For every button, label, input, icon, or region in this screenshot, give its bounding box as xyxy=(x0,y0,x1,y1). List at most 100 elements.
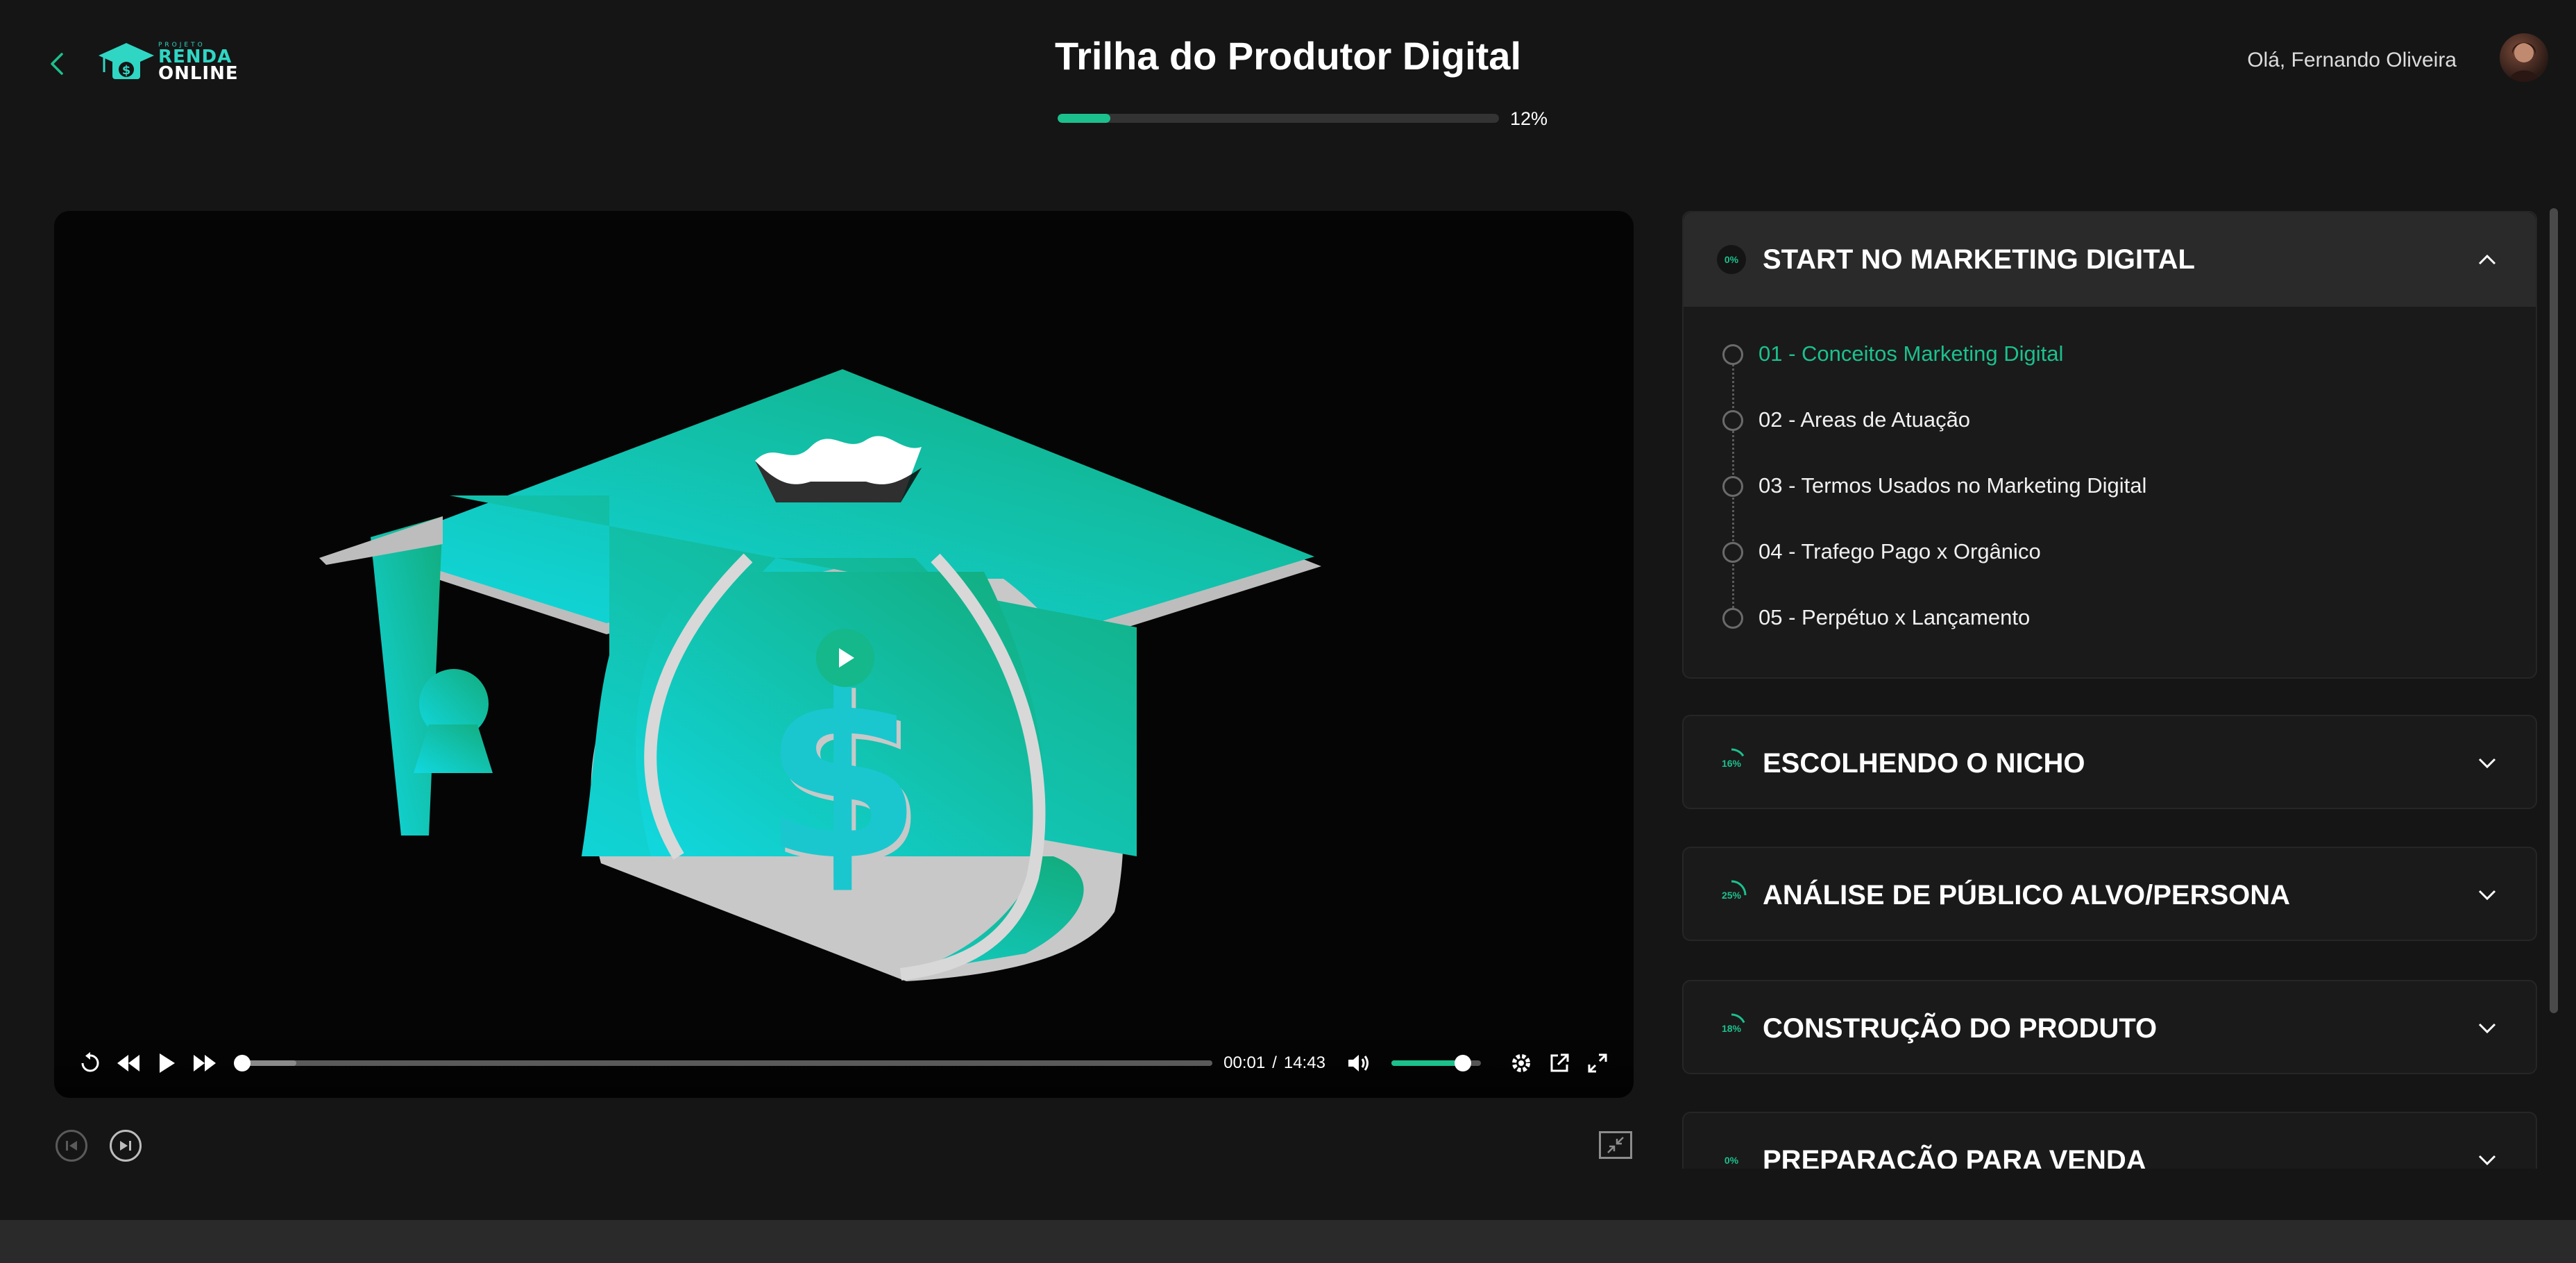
logo-line2: ONLINE xyxy=(158,63,239,84)
user-greeting: Olá, Fernando Oliveira xyxy=(2247,49,2457,71)
logo-wordmark: PROJETO RENDA ONLINE xyxy=(158,42,255,84)
lesson-item[interactable]: 02 - Areas de Atuação xyxy=(1684,400,2536,466)
skip-previous-icon xyxy=(66,1141,77,1151)
module-header[interactable]: 16% ESCOLHENDO O NICHO xyxy=(1684,716,2536,811)
lesson-status-circle xyxy=(1722,410,1743,431)
play-icon xyxy=(839,648,854,668)
module-escolhendo-nicho[interactable]: 16% ESCOLHENDO O NICHO xyxy=(1682,715,2537,809)
lesson-status-circle xyxy=(1722,476,1743,497)
expand-button[interactable] xyxy=(2473,1146,2501,1169)
volume-slider[interactable] xyxy=(1391,1055,1482,1071)
module-progress-ring: 0% xyxy=(1714,1143,1749,1169)
settings-icon xyxy=(1511,1054,1530,1072)
lesson-item[interactable]: 03 - Termos Usados no Marketing Digital xyxy=(1684,466,2536,532)
module-progress-label: 16% xyxy=(1721,758,1742,769)
play-icon xyxy=(160,1053,176,1073)
lesson-status-circle xyxy=(1722,608,1743,629)
module-progress-label: 18% xyxy=(1721,1023,1742,1034)
logo[interactable]: $ PROJETO RENDA ONLINE xyxy=(97,37,257,86)
module-progress-label: 25% xyxy=(1721,890,1742,901)
fast-forward-icon xyxy=(194,1055,217,1071)
module-progress-ring: 18% xyxy=(1714,1011,1749,1046)
module-header[interactable]: 0% START NO MARKETING DIGITAL xyxy=(1684,212,2536,307)
module-title: CONSTRUÇÃO DO PRODUTO xyxy=(1763,1012,2158,1044)
minimize-icon xyxy=(1607,1137,1624,1153)
lesson-item[interactable]: 01 - Conceitos Marketing Digital xyxy=(1684,334,2536,400)
rewind-icon xyxy=(117,1055,139,1071)
module-header[interactable]: 18% CONSTRUÇÃO DO PRODUTO xyxy=(1684,981,2536,1076)
fullscreen-button[interactable] xyxy=(1579,1042,1617,1084)
replay-icon xyxy=(81,1052,99,1072)
lesson-item[interactable]: 05 - Perpétuo x Lançamento xyxy=(1684,598,2536,664)
lesson-label: 03 - Termos Usados no Marketing Digital xyxy=(1759,473,2147,498)
popout-button[interactable] xyxy=(1540,1042,1578,1084)
lesson-item[interactable]: 04 - Trafego Pago x Orgânico xyxy=(1684,532,2536,598)
seek-handle[interactable] xyxy=(234,1055,251,1071)
lesson-status-circle xyxy=(1722,542,1743,563)
volume-level xyxy=(1391,1060,1464,1066)
fullscreen-icon xyxy=(1588,1053,1607,1073)
current-time: 00:01 xyxy=(1223,1053,1266,1072)
footer-bar xyxy=(0,1220,2576,1263)
expand-button[interactable] xyxy=(2473,749,2501,777)
rewind-button[interactable] xyxy=(109,1042,147,1084)
video-thumbnail-graduation-money-bag: $ $ xyxy=(319,369,1321,981)
course-player-page: $ PROJETO RENDA ONLINE Trilha do Produto… xyxy=(0,0,2576,1263)
center-play-button[interactable] xyxy=(816,629,874,687)
module-header[interactable]: 0% PREPARAÇÃO PARA VENDA xyxy=(1684,1113,2536,1169)
sidebar-scrollbar[interactable] xyxy=(2550,208,2558,1013)
lesson-label: 05 - Perpétuo x Lançamento xyxy=(1759,605,2031,629)
volume-button[interactable] xyxy=(1339,1042,1378,1084)
play-button[interactable] xyxy=(148,1042,186,1084)
lesson-label: 04 - Trafego Pago x Orgânico xyxy=(1759,539,2041,563)
module-start-marketing-digital: 0% START NO MARKETING DIGITAL 01 - Conce… xyxy=(1682,211,2537,679)
avatar-image xyxy=(2509,42,2539,82)
module-progress-ring: 25% xyxy=(1714,878,1749,913)
module-progress-label: 0% xyxy=(1724,254,1739,265)
back-button[interactable] xyxy=(43,47,71,80)
player-controls: 00:01 / 14:43 xyxy=(54,1028,1634,1098)
course-progress-label: 12% xyxy=(1510,108,1548,129)
module-analise-publico[interactable]: 25% ANÁLISE DE PÚBLICO ALVO/PERSONA xyxy=(1682,847,2537,941)
avatar[interactable] xyxy=(2500,33,2548,82)
time-separator: / xyxy=(1272,1053,1277,1072)
volume-handle[interactable] xyxy=(1455,1055,1472,1071)
previous-lesson-button[interactable] xyxy=(56,1130,87,1162)
module-progress-ring: 0% xyxy=(1714,242,1749,277)
module-title: PREPARAÇÃO PARA VENDA xyxy=(1763,1144,2146,1169)
course-progress-fill xyxy=(1058,114,1111,123)
expand-button[interactable] xyxy=(2473,1015,2501,1042)
svg-text:$: $ xyxy=(122,63,131,78)
lesson-list: 01 - Conceitos Marketing Digital 02 - Ar… xyxy=(1684,307,2536,685)
chevron-down-icon xyxy=(2478,1023,2496,1034)
graduation-money-icon: $ xyxy=(99,43,154,79)
settings-button[interactable] xyxy=(1502,1042,1540,1084)
module-title: START NO MARKETING DIGITAL xyxy=(1763,244,2195,275)
seek-bar[interactable] xyxy=(234,1055,1213,1071)
volume-icon xyxy=(1348,1055,1368,1071)
chevron-down-icon xyxy=(2478,758,2496,769)
page-title: Trilha do Produtor Digital xyxy=(1055,34,1521,78)
module-header[interactable]: 25% ANÁLISE DE PÚBLICO ALVO/PERSONA xyxy=(1684,848,2536,942)
module-title: ESCOLHENDO O NICHO xyxy=(1763,747,2085,779)
skip-next-icon xyxy=(120,1141,131,1151)
lesson-label: 01 - Conceitos Marketing Digital xyxy=(1759,341,2064,366)
course-progress-bar xyxy=(1058,114,1499,123)
chevron-left-icon xyxy=(51,53,63,75)
module-construcao-produto[interactable]: 18% CONSTRUÇÃO DO PRODUTO xyxy=(1682,980,2537,1074)
chevron-up-icon xyxy=(2478,254,2496,265)
replay-button[interactable] xyxy=(71,1042,109,1084)
fast-forward-button[interactable] xyxy=(186,1042,224,1084)
minimize-player-button[interactable] xyxy=(1599,1131,1632,1159)
expand-button[interactable] xyxy=(2473,881,2501,909)
chevron-down-icon xyxy=(2478,890,2496,901)
next-lesson-button[interactable] xyxy=(110,1130,142,1162)
module-preparacao-venda[interactable]: 0% PREPARAÇÃO PARA VENDA xyxy=(1682,1112,2537,1169)
collapse-button[interactable] xyxy=(2473,246,2501,273)
video-player[interactable]: $ $ 00:01 / 14:43 xyxy=(54,211,1634,1098)
module-title: ANÁLISE DE PÚBLICO ALVO/PERSONA xyxy=(1763,879,2291,910)
lesson-label: 02 - Areas de Atuação xyxy=(1759,407,1971,432)
lesson-status-circle xyxy=(1722,344,1743,365)
module-progress-ring: 16% xyxy=(1714,746,1749,781)
duration: 14:43 xyxy=(1283,1053,1325,1072)
